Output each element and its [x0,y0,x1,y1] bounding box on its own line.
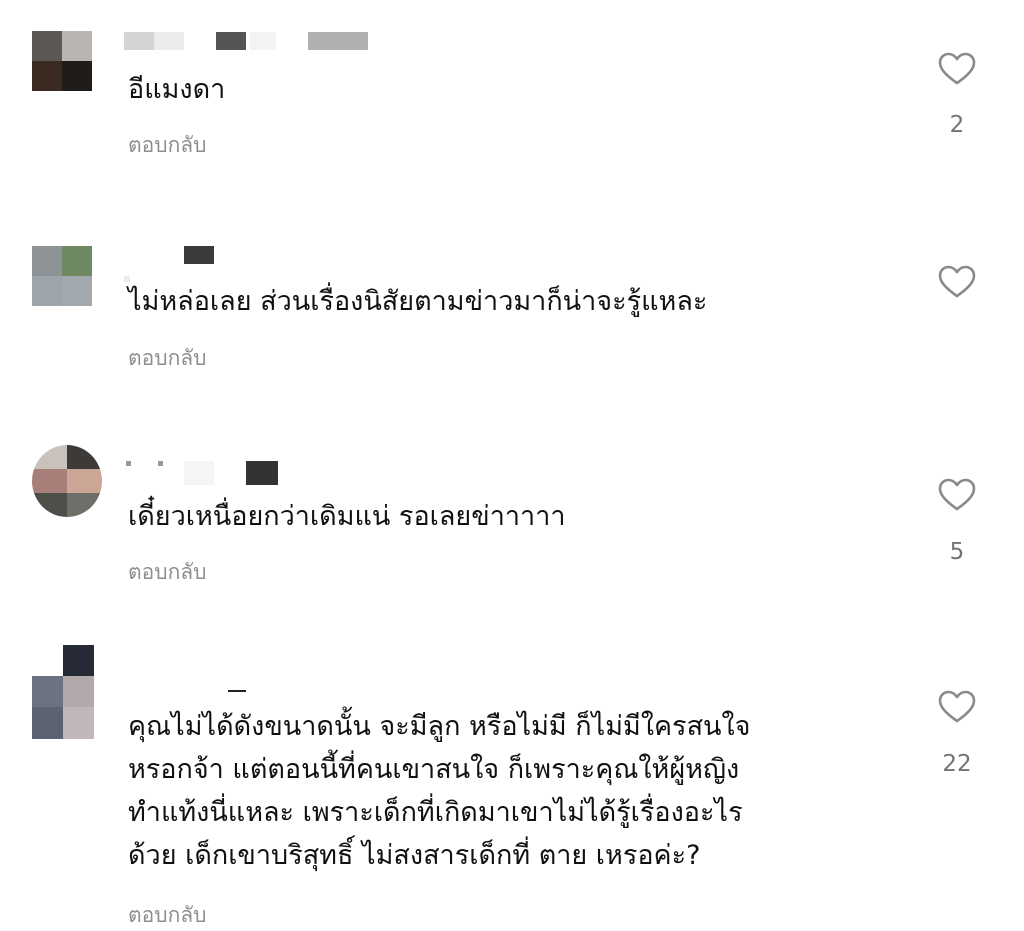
heart-outline-icon[interactable] [938,478,976,512]
reply-button[interactable]: ตอบกลับ [128,559,207,585]
reply-button[interactable]: ตอบกลับ [128,345,207,371]
comment-item: คุณไม่ได้ดังขนาดนั้น จะมีลูก หรือไม่มี ก… [0,630,1024,931]
reply-button[interactable]: ตอบกลับ [128,902,207,928]
heart-outline-icon[interactable] [938,52,976,86]
avatar[interactable] [32,445,102,517]
comment-text: ไม่หล่อเลย ส่วนเรื่องนิสัยตามข่าวมาก็น่า… [128,286,708,317]
like-count: 22 [942,751,972,777]
avatar[interactable] [32,246,92,306]
comment-item: ไม่หล่อเลย ส่วนเรื่องนิสัยตามข่าวมาก็น่า… [0,200,1024,415]
comment-item: อีแมงดา ตอบกลับ 2 [0,0,1024,200]
comment-text: คุณไม่ได้ดังขนาดนั้น จะมีลูก หรือไม่มี ก… [128,711,751,871]
username[interactable] [124,682,324,696]
comment-text: อีแมงดา [128,74,226,105]
heart-outline-icon[interactable] [938,690,976,724]
username[interactable] [124,32,384,54]
comment-text: เดี๋ยวเหนื่อยกว่าเดิมแน่ รอเลยข่าาาาา [128,501,566,532]
comment-item: เดี๋ยวเหนื่อยกว่าเดิมแน่ รอเลยข่าาาาา ตอ… [0,415,1024,630]
avatar[interactable] [32,31,92,91]
avatar[interactable] [32,645,94,739]
username[interactable] [124,461,324,487]
username[interactable] [124,246,324,282]
reply-button[interactable]: ตอบกลับ [128,132,207,158]
like-count: 5 [949,539,965,565]
heart-outline-icon[interactable] [938,265,976,299]
like-count: 2 [949,112,965,138]
